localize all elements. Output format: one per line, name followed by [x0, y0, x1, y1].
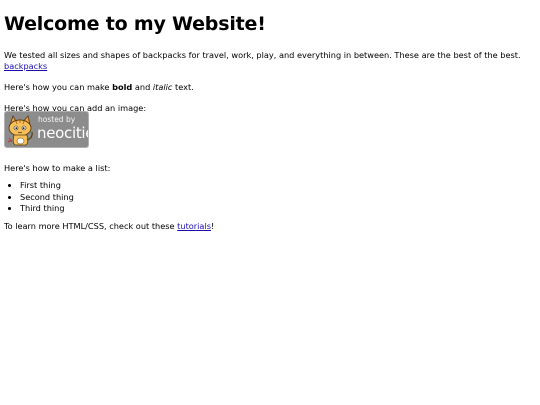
tutorials-link[interactable]: tutorials: [177, 221, 211, 231]
list-item: Second thing: [20, 192, 534, 204]
list-intro: Here's how to make a list:: [4, 163, 111, 173]
badge-hosted-label: hosted by: [38, 115, 76, 124]
thing-list: First thing Second thing Third thing: [4, 180, 534, 215]
italic-text: italic: [152, 82, 173, 92]
badge-brand-label: neocities: [37, 124, 88, 142]
list-item: First thing: [20, 180, 534, 192]
backpacks-link[interactable]: backpacks: [4, 61, 47, 71]
neocities-badge[interactable]: hosted by neocities: [4, 111, 89, 148]
page-title: Welcome to my Website!: [4, 13, 266, 35]
bold-text: bold: [112, 82, 133, 92]
intro-paragraph: We tested all sizes and shapes of backpa…: [4, 50, 534, 72]
page-content: Welcome to my Website! We tested all siz…: [4, 12, 534, 232]
learn-text: To learn more HTML/CSS, check out these: [4, 220, 175, 231]
learn-paragraph: To learn more HTML/CSS, check out these …: [4, 221, 534, 232]
formatting-and: and: [134, 82, 151, 92]
list-item: Third thing: [20, 203, 534, 215]
formatting-prefix: Here's how you can make: [4, 82, 110, 92]
learn-suffix: !: [211, 220, 215, 231]
formatting-suffix: text.: [175, 82, 194, 92]
neocities-cat-icon: [7, 115, 33, 146]
intro-text: We tested all sizes and shapes of backpa…: [4, 50, 521, 60]
formatting-paragraph: Here's how you can make bold and italic …: [4, 82, 534, 93]
